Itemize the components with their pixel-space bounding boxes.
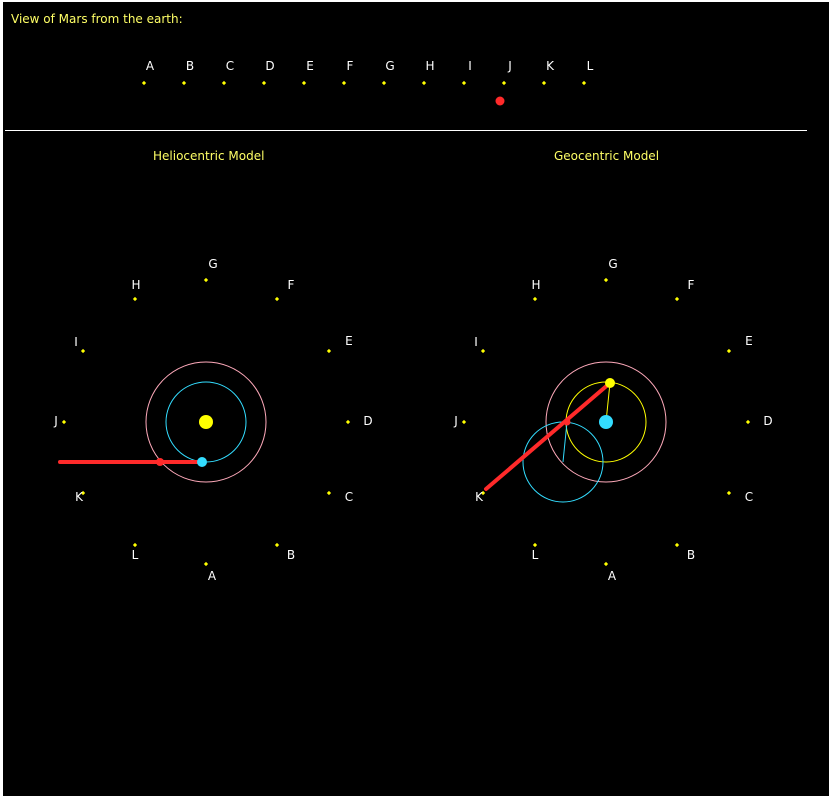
sky-label-f: F — [347, 59, 354, 73]
mars-position-dot — [495, 96, 505, 106]
helio-label-l: L — [132, 548, 139, 562]
geo-label-g: G — [608, 257, 617, 271]
geo-label-a: A — [608, 569, 617, 583]
geo-label-c: C — [745, 490, 753, 504]
helio-label-e: E — [345, 334, 353, 348]
geo-label-b: B — [687, 548, 695, 562]
sky-marker-j — [501, 80, 507, 86]
geo-label-f: F — [688, 278, 695, 292]
sun — [605, 378, 615, 388]
sky-marker-i — [461, 80, 467, 86]
sky-marker-d — [261, 80, 267, 86]
helio-label-f: F — [288, 278, 295, 292]
sky-label-e: E — [306, 59, 314, 73]
helio-label-c: C — [345, 490, 353, 504]
helio-label-k: K — [75, 490, 84, 504]
sky-label-k: K — [546, 59, 555, 73]
helio-label-b: B — [287, 548, 295, 562]
earth-planet — [197, 457, 207, 467]
sky-marker-h — [421, 80, 427, 86]
geo-marker-l — [532, 542, 538, 548]
geo-label-i: I — [474, 335, 478, 349]
geo-label-j: J — [453, 414, 458, 428]
earth-planet — [599, 415, 613, 429]
sky-label-c: C — [226, 59, 234, 73]
geo-marker-d — [745, 419, 751, 425]
helio-label-i: I — [74, 335, 78, 349]
geo-label-d: D — [763, 414, 772, 428]
sun — [199, 415, 213, 429]
helio-marker-d — [345, 419, 351, 425]
geocentric-diagram: A B C D E F G H I J K L — [453, 257, 772, 583]
geo-marker-c — [726, 490, 732, 496]
helio-marker-b — [274, 542, 280, 548]
helio-marker-f — [274, 296, 280, 302]
geo-marker-h — [532, 296, 538, 302]
heliocentric-diagram: A B C D E F G H I J K L — [53, 257, 372, 583]
helio-label-j: J — [53, 414, 58, 428]
geo-label-e: E — [745, 334, 753, 348]
helio-marker-e — [326, 348, 332, 354]
sky-marker-f — [341, 80, 347, 86]
geocentric-title: Geocentric Model — [554, 149, 660, 163]
mars-applet: View of Mars from the earth: ABCDEFGHIJK… — [3, 2, 829, 796]
mars-planet — [563, 418, 571, 426]
sky-label-l: L — [587, 59, 594, 73]
sky-label-a: A — [146, 59, 155, 73]
epicycle-radius-line — [562, 421, 568, 463]
helio-label-a: A — [208, 569, 217, 583]
sky-marker-e — [301, 80, 307, 86]
sky-marker-g — [381, 80, 387, 86]
helio-marker-g — [203, 277, 209, 283]
helio-label-g: G — [208, 257, 217, 271]
divider-line — [5, 130, 807, 131]
sky-label-d: D — [265, 59, 274, 73]
geo-marker-f — [674, 296, 680, 302]
geo-marker-i — [480, 348, 486, 354]
sight-line — [484, 381, 612, 491]
sky-label-g: G — [385, 59, 394, 73]
sky-label-i: I — [468, 59, 472, 73]
helio-marker-h — [132, 296, 138, 302]
sky-marker-a — [141, 80, 147, 86]
geo-marker-b — [674, 542, 680, 548]
sky-marker-l — [581, 80, 587, 86]
geo-marker-a — [603, 561, 609, 567]
sky-label-b: B — [186, 59, 194, 73]
heliocentric-title: Heliocentric Model — [153, 149, 265, 163]
mars-planet — [156, 458, 164, 466]
helio-marker-i — [80, 348, 86, 354]
sky-label-j: J — [507, 59, 512, 73]
geo-marker-j — [461, 419, 467, 425]
geo-label-k: K — [475, 490, 484, 504]
sky-marker-b — [181, 80, 187, 86]
geo-marker-g — [603, 277, 609, 283]
geo-marker-e — [726, 348, 732, 354]
sky-marker-c — [221, 80, 227, 86]
helio-label-d: D — [363, 414, 372, 428]
helio-label-h: H — [131, 278, 140, 292]
helio-marker-j — [61, 419, 67, 425]
helio-marker-a — [203, 561, 209, 567]
sky-label-h: H — [425, 59, 434, 73]
sky-marker-k — [541, 80, 547, 86]
helio-marker-c — [326, 490, 332, 496]
sky-strip: A B C D E F G H I J K L — [141, 59, 594, 106]
helio-marker-l — [132, 542, 138, 548]
geo-label-h: H — [531, 278, 540, 292]
geo-label-l: L — [532, 548, 539, 562]
